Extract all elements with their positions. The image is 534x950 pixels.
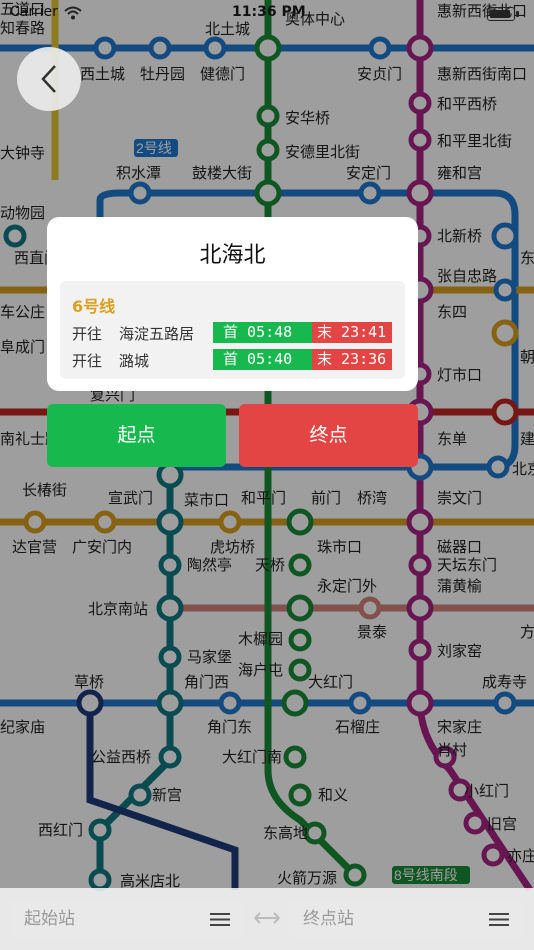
back-button[interactable]	[17, 47, 81, 111]
set-end-button[interactable]: 终点	[239, 404, 418, 467]
direction-destination: 潞城	[119, 352, 150, 370]
station-info-card: 北海北 6号线 开往 海淀五路居 首 05:48 末 23:41 开往 潞城 首…	[47, 217, 418, 391]
swap-arrows-icon[interactable]	[253, 908, 281, 928]
list-icon[interactable]	[210, 912, 230, 927]
carrier-label: Carrier	[10, 4, 58, 20]
end-station-field[interactable]: 终点站	[289, 900, 523, 939]
set-start-button[interactable]: 起点	[47, 404, 226, 467]
first-train-badge: 首 05:48	[213, 322, 312, 343]
end-station-placeholder: 终点站	[303, 909, 354, 929]
direction-label: 开往	[72, 352, 103, 370]
battery-icon	[487, 7, 519, 21]
modal-dim-overlay[interactable]	[0, 0, 534, 950]
line-schedule-box: 6号线 开往 海淀五路居 首 05:48 末 23:41 开往 潞城 首 05:…	[60, 281, 405, 379]
status-bar: Carrier 11:36 PM	[0, 0, 534, 26]
direction-row: 开往 海淀五路居 首 05:48 末 23:41	[72, 322, 407, 344]
station-title: 北海北	[199, 243, 266, 268]
start-station-placeholder: 起始站	[24, 909, 75, 929]
first-train-badge: 首 05:40	[213, 349, 312, 370]
last-train-badge: 末 23:41	[312, 322, 392, 343]
status-time: 11:36 PM	[232, 4, 306, 20]
last-train-badge: 末 23:36	[312, 349, 392, 370]
line-name: 6号线	[72, 297, 116, 316]
direction-row: 开往 潞城 首 05:40 末 23:36	[72, 349, 407, 371]
direction-label: 开往	[72, 325, 103, 343]
chevron-left-icon	[41, 65, 56, 93]
direction-destination: 海淀五路居	[119, 325, 195, 343]
battery-level-fill	[490, 10, 510, 18]
start-station-field[interactable]: 起始站	[10, 900, 244, 939]
wifi-icon	[64, 6, 82, 20]
list-icon[interactable]	[489, 912, 509, 927]
